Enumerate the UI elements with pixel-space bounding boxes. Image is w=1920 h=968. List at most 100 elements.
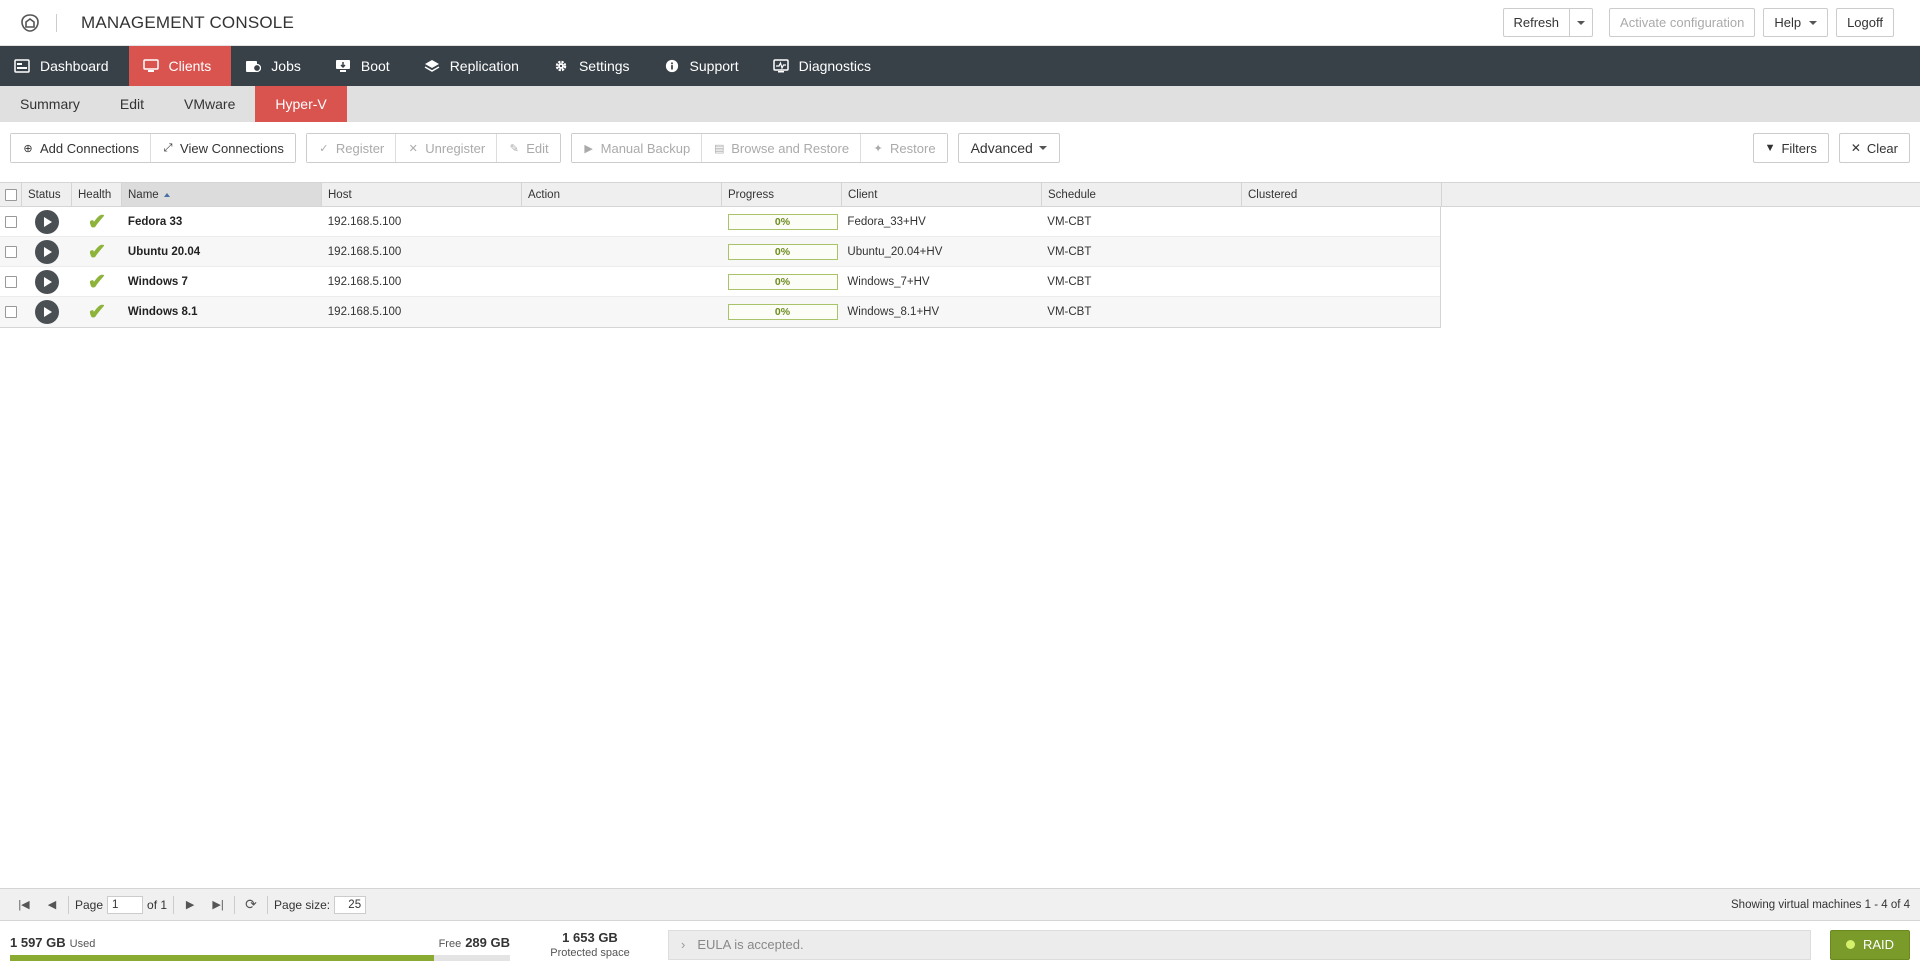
- register-button[interactable]: ✓ Register: [306, 134, 397, 162]
- backup-group: ▶ Manual Backup ▤ Browse and Restore ✦ R…: [570, 133, 948, 163]
- tab-edit[interactable]: Edit: [100, 86, 164, 122]
- row-checkbox[interactable]: [4, 275, 17, 288]
- table-row[interactable]: ✔ Windows 7 192.168.5.100 0% Windows_7+H…: [0, 267, 1440, 297]
- advanced-dropdown-button[interactable]: Advanced: [957, 133, 1060, 163]
- table-row[interactable]: ✔ Fedora 33 192.168.5.100 0% Fedora_33+H…: [0, 207, 1440, 237]
- vm-schedule: VM-CBT: [1047, 275, 1092, 288]
- tab-vmware[interactable]: VMware: [164, 86, 255, 122]
- column-header-health[interactable]: Health: [72, 183, 122, 206]
- manual-backup-button[interactable]: ▶ Manual Backup: [571, 134, 703, 162]
- column-header-host[interactable]: Host: [322, 183, 522, 206]
- vm-clustered: [1241, 207, 1440, 237]
- prev-page-button[interactable]: ◀: [38, 891, 66, 919]
- column-header-action[interactable]: Action: [522, 183, 722, 206]
- advanced-label: Advanced: [970, 140, 1033, 156]
- help-button[interactable]: Help: [1763, 8, 1829, 37]
- row-checkbox[interactable]: [4, 245, 17, 258]
- protected-value: 1 653 GB: [562, 930, 618, 945]
- tab-hyper-v[interactable]: Hyper-V: [255, 86, 347, 122]
- vm-client: Windows_7+HV: [847, 275, 930, 288]
- refresh-dropdown-button[interactable]: [1569, 8, 1594, 37]
- filters-button[interactable]: ▼ Filters: [1752, 133, 1829, 163]
- view-connections-button[interactable]: ⤢ View Connections: [151, 134, 295, 162]
- nav-item-settings[interactable]: Settings: [539, 46, 650, 86]
- restore-button[interactable]: ✦ Restore: [861, 134, 947, 162]
- check-icon: ✓: [319, 142, 329, 155]
- nav-item-dashboard[interactable]: Dashboard: [0, 46, 129, 86]
- row-checkbox[interactable]: [4, 306, 17, 318]
- clear-button[interactable]: ✕ Clear: [1838, 133, 1910, 163]
- column-header-schedule[interactable]: Schedule: [1042, 183, 1242, 206]
- progress-bar: 0%: [727, 243, 838, 260]
- nav-item-boot[interactable]: Boot: [321, 46, 410, 86]
- logoff-button[interactable]: Logoff: [1836, 8, 1894, 37]
- column-header-client[interactable]: Client: [842, 183, 1042, 206]
- vm-schedule: VM-CBT: [1047, 245, 1092, 258]
- register-label: Register: [335, 140, 385, 156]
- used-label: Used: [69, 937, 96, 950]
- first-page-button[interactable]: |◀: [10, 891, 38, 919]
- used-value: 1 597 GB: [10, 934, 66, 950]
- column-header-clustered[interactable]: Clustered: [1242, 183, 1442, 206]
- column-header-status[interactable]: Status: [22, 183, 72, 206]
- nav-item-clients[interactable]: Clients: [128, 46, 232, 86]
- unregister-button[interactable]: ✕ Unregister: [396, 134, 498, 162]
- raid-label: RAID: [1862, 937, 1895, 952]
- main-nav: Dashboard Clients Jobs Boot Replication …: [0, 46, 1920, 86]
- refresh-button[interactable]: Refresh: [1502, 8, 1570, 37]
- vm-name: Windows 8.1: [127, 306, 198, 318]
- jobs-icon: [246, 61, 262, 73]
- play-status-icon[interactable]: [34, 269, 59, 294]
- plus-circle-icon: ⊕: [23, 142, 33, 155]
- tab-summary[interactable]: Summary: [0, 86, 100, 122]
- close-icon: ✕: [1850, 141, 1861, 155]
- nav-item-diagnostics[interactable]: Diagnostics: [759, 46, 891, 86]
- protected-space: 1 653 GB Protected space: [524, 930, 656, 959]
- eula-status[interactable]: › EULA is accepted.: [668, 929, 1811, 960]
- monitor-icon: [142, 59, 159, 72]
- row-checkbox[interactable]: [4, 215, 17, 228]
- page-size-input[interactable]: 25: [334, 895, 367, 914]
- restore-label: Restore: [890, 140, 936, 156]
- protected-label: Protected space: [550, 947, 630, 959]
- link-icon: ⤢: [163, 141, 173, 154]
- nav-item-support[interactable]: Support: [650, 46, 759, 86]
- table-row[interactable]: ✔ Windows 8.1 192.168.5.100 0% Windows_8…: [0, 297, 1440, 327]
- nav-item-replication[interactable]: Replication: [410, 46, 539, 86]
- page-number-input[interactable]: 1: [107, 895, 144, 914]
- storage-bar-fill: [10, 954, 434, 961]
- progress-bar: 0%: [727, 273, 838, 290]
- nav-label: Clients: [168, 58, 212, 74]
- activate-configuration-button[interactable]: Activate configuration: [1609, 8, 1756, 37]
- free-label: Free: [438, 937, 462, 950]
- add-connections-button[interactable]: ⊕ Add Connections: [11, 134, 152, 162]
- play-status-icon[interactable]: [34, 239, 59, 264]
- page-of-label: of 1: [147, 897, 168, 912]
- toolbar: ⊕ Add Connections ⤢ View Connections ✓ R…: [0, 122, 1920, 174]
- table-row[interactable]: ✔ Ubuntu 20.04 192.168.5.100 0% Ubuntu_2…: [0, 237, 1440, 267]
- browse-icon: ▤: [714, 142, 725, 155]
- browse-restore-label: Browse and Restore: [731, 140, 850, 156]
- page-label: Page: [75, 897, 104, 912]
- pager-summary: Showing virtual machines 1 - 4 of 4: [1731, 898, 1910, 911]
- last-page-button[interactable]: ▶|: [204, 891, 232, 919]
- select-all-checkbox[interactable]: [4, 188, 17, 201]
- sort-ascending-icon: [163, 192, 170, 197]
- browse-restore-button[interactable]: ▤ Browse and Restore: [702, 134, 862, 162]
- restore-icon: ✦: [873, 142, 883, 155]
- play-status-icon[interactable]: [34, 300, 59, 324]
- column-header-name[interactable]: Name: [122, 183, 322, 206]
- vm-host: 192.168.5.100: [327, 306, 402, 318]
- gear-icon: [555, 60, 567, 72]
- edit-button[interactable]: ✎ Edit: [497, 134, 560, 162]
- play-status-icon[interactable]: [34, 209, 59, 234]
- raid-status-button[interactable]: RAID: [1830, 929, 1910, 960]
- column-header-progress[interactable]: Progress: [722, 183, 842, 206]
- nav-item-jobs[interactable]: Jobs: [231, 46, 321, 86]
- health-ok-icon: ✔: [87, 208, 107, 234]
- next-page-button[interactable]: ▶: [176, 891, 204, 919]
- info-icon: [665, 59, 678, 73]
- layers-icon: [424, 60, 440, 72]
- vm-client: Windows_8.1+HV: [847, 306, 940, 318]
- refresh-icon[interactable]: ⟳: [237, 891, 265, 919]
